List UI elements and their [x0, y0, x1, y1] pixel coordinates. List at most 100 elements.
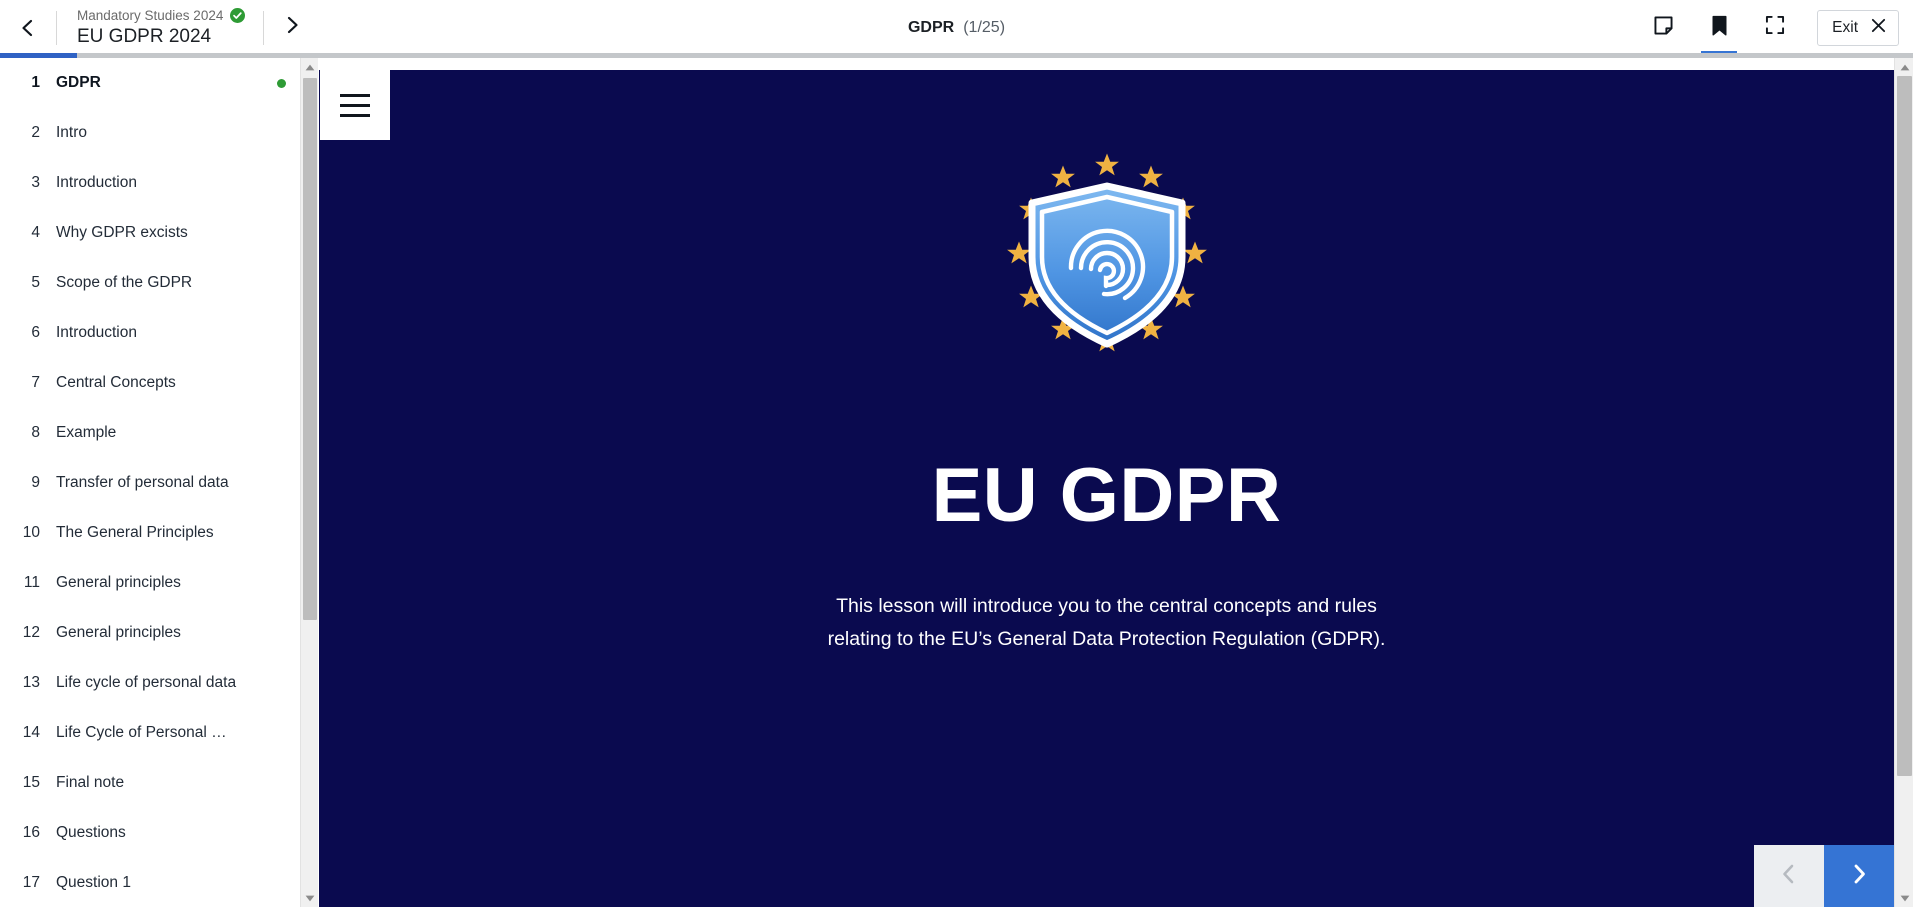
- toc-item-number: 16: [22, 824, 40, 841]
- slide-stage: EU GDPR This lesson will introduce you t…: [319, 58, 1894, 907]
- sidebar-scroll-thumb[interactable]: [303, 78, 317, 620]
- page-scroll-down-button[interactable]: [1895, 889, 1913, 907]
- chevron-right-icon: [282, 15, 302, 40]
- fullscreen-icon: [1764, 14, 1786, 41]
- previous-slide-button[interactable]: [1754, 845, 1824, 907]
- toc-item-label: GDPR: [56, 74, 101, 91]
- page-scroll-thumb[interactable]: [1897, 76, 1912, 776]
- toc-item-number: 8: [31, 424, 40, 441]
- lesson-name: EU GDPR 2024: [77, 25, 212, 47]
- toc-item-12[interactable]: 12 General principles: [0, 608, 300, 658]
- triangle-down-icon: [305, 889, 315, 907]
- sidebar-scroll-down-button[interactable]: [301, 889, 319, 907]
- lesson-body: 1 GDPR 2 Intro 3 Introduction 4 Why GDPR excist…: [0, 58, 1913, 907]
- toc-item-label: General principles: [56, 574, 181, 591]
- slide-title: GDPR: [907, 18, 955, 36]
- toc-item-16[interactable]: 16 Questions: [0, 808, 300, 858]
- toc-item-17[interactable]: 17 Question 1: [0, 858, 300, 907]
- toc-item-number: 13: [22, 674, 40, 691]
- toc-item-label: Life Cycle of Personal …: [56, 724, 227, 741]
- toc-item-label: Introduction: [56, 324, 137, 341]
- forward-button[interactable]: [264, 0, 320, 55]
- sidebar-scroll-up-button[interactable]: [301, 58, 319, 76]
- triangle-up-icon: [305, 58, 315, 76]
- toc-item-label: Central Concepts: [56, 374, 176, 391]
- toc-item-10[interactable]: 10 The General Principles: [0, 508, 300, 558]
- toc-item-label: Introduction: [56, 174, 137, 191]
- toc-item-label: Intro: [56, 124, 88, 141]
- slide-canvas: EU GDPR This lesson will introduce you t…: [319, 70, 1894, 907]
- toc-item-4[interactable]: 4 Why GDPR excists: [0, 208, 300, 258]
- header-title-group: Mandatory Studies 2024 EU GDPR 2024: [57, 0, 263, 55]
- toc-item-label: The General Principles: [56, 524, 214, 541]
- toc-item-11[interactable]: 11 General principles: [0, 558, 300, 608]
- toc-item-14[interactable]: 14 Life Cycle of Personal …: [0, 708, 300, 758]
- page-scrollbar[interactable]: [1894, 58, 1913, 907]
- toc-item-label: Why GDPR excists: [56, 224, 188, 241]
- toc-item-label: Question 1: [56, 874, 131, 891]
- toc-item-number: 2: [31, 124, 40, 141]
- eu-gdpr-shield-fingerprint-icon: [967, 150, 1247, 415]
- fullscreen-button[interactable]: [1747, 0, 1803, 55]
- course-name: Mandatory Studies 2024: [77, 7, 224, 23]
- toc-item-6[interactable]: 6 Introduction: [0, 308, 300, 358]
- header-tools: Exit: [1635, 0, 1913, 55]
- toc-item-label: Example: [56, 424, 117, 441]
- course-name-row: Mandatory Studies 2024: [77, 7, 246, 24]
- toc-item-2[interactable]: 2 Intro: [0, 108, 300, 158]
- slide-paragraph: This lesson will introduce you to the ce…: [827, 595, 1386, 650]
- toc-item-label: Final note: [56, 774, 125, 791]
- hamburger-menu-icon: [340, 93, 370, 97]
- toc-item-9[interactable]: 9 Transfer of personal data: [0, 458, 300, 508]
- triangle-up-icon: [1900, 58, 1910, 76]
- page-scroll-up-button[interactable]: [1895, 58, 1913, 76]
- slide-heading: EU GDPR: [931, 453, 1282, 538]
- slide-navigation: [1754, 845, 1894, 907]
- toc-item-8[interactable]: 8 Example: [0, 408, 300, 458]
- toc-item-number: 3: [31, 174, 40, 191]
- hamburger-menu-icon-bar: [340, 103, 370, 107]
- slide-menu-button[interactable]: [320, 70, 390, 140]
- toc-item-15[interactable]: 15 Final note: [0, 758, 300, 808]
- toc-item-label: Questions: [56, 824, 126, 841]
- hamburger-menu-icon-bar: [340, 113, 370, 117]
- toc-item-number: 5: [31, 274, 40, 291]
- triangle-down-icon: [1900, 889, 1910, 907]
- app-header: Mandatory Studies 2024 EU GDPR 2024 GDPR…: [0, 0, 1913, 55]
- toc-item-3[interactable]: 3 Introduction: [0, 158, 300, 208]
- notes-button[interactable]: [1635, 0, 1691, 55]
- check-circle-icon: [230, 7, 246, 23]
- back-button[interactable]: [0, 0, 56, 55]
- exit-button[interactable]: Exit: [1817, 9, 1899, 46]
- chevron-left-icon: [1779, 863, 1799, 890]
- toc-item-number: 17: [22, 874, 40, 891]
- note-icon: [1652, 14, 1675, 42]
- chevron-left-icon: [18, 18, 38, 38]
- toc-item-number: 9: [31, 474, 40, 491]
- toc-item-number: 1: [31, 74, 40, 91]
- toc-item-number: 10: [22, 524, 40, 541]
- toc-item-number: 12: [22, 624, 40, 641]
- next-slide-button[interactable]: [1824, 845, 1894, 907]
- toc-item-13[interactable]: 13 Life cycle of personal data: [0, 658, 300, 708]
- toc-item-number: 6: [31, 324, 40, 341]
- toc-item-5[interactable]: 5 Scope of the GDPR: [0, 258, 300, 308]
- sidebar-scrollbar[interactable]: [300, 58, 318, 907]
- table-of-contents: 1 GDPR 2 Intro 3 Introduction 4 Why GDPR excist…: [0, 58, 300, 907]
- toc-item-7[interactable]: 7 Central Concepts: [0, 358, 300, 408]
- toc-item-number: 15: [22, 774, 40, 791]
- toc-item-number: 7: [31, 374, 40, 391]
- toc-item-number: 11: [23, 574, 40, 591]
- bookmark-button[interactable]: [1691, 0, 1747, 55]
- toc-item-label: Scope of the GDPR: [56, 274, 193, 291]
- toc-item-label: General principles: [56, 624, 181, 641]
- toc-item-number: 4: [31, 224, 40, 241]
- toc-item-number: 14: [22, 724, 40, 741]
- toc-item-label: Life cycle of personal data: [56, 674, 237, 691]
- slide-counter: (1/25): [963, 18, 1006, 36]
- bookmark-icon: [1708, 14, 1731, 42]
- exit-label: Exit: [1832, 18, 1858, 36]
- chevron-right-icon: [1849, 863, 1869, 890]
- toc-item-1[interactable]: 1 GDPR: [0, 58, 300, 108]
- close-icon: [1870, 17, 1887, 39]
